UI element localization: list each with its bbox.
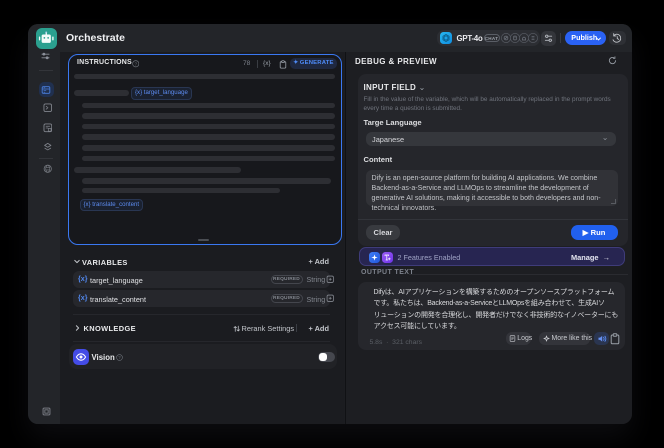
svg-text:?: ? xyxy=(134,61,137,66)
svg-text:?: ? xyxy=(118,355,121,360)
